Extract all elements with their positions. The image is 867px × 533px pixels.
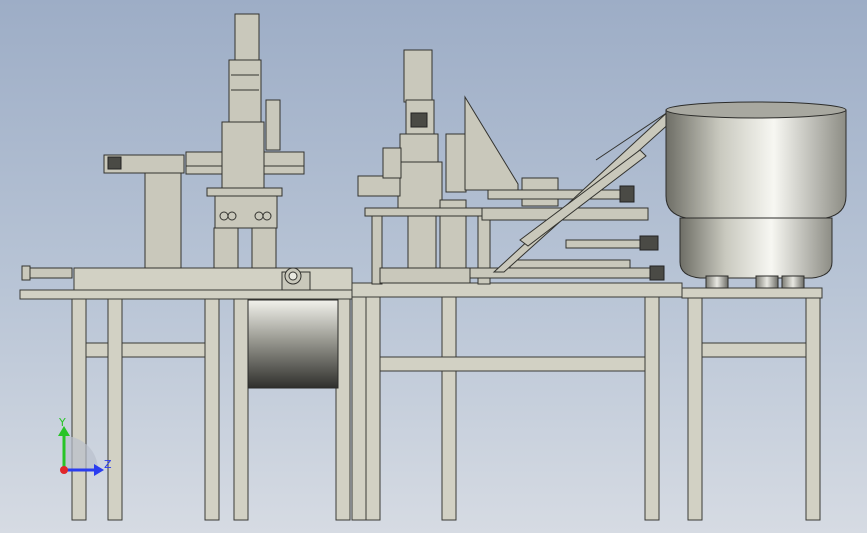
left-cylinder [21, 265, 73, 281]
right-table-frame [681, 287, 823, 521]
machine-assembly-drawing: Y Z [19, 13, 847, 521]
left-pick-and-place-unit [103, 13, 305, 269]
vibratory-bowl-feeder [665, 101, 847, 289]
z-axis-label: Z [104, 458, 112, 471]
feed-rods [469, 185, 665, 281]
cad-viewport[interactable]: Y Z [0, 0, 867, 533]
x-axis-dot [60, 466, 68, 474]
drum-roller [247, 299, 339, 389]
y-axis-label: Y [58, 416, 66, 429]
middle-table-frame [351, 282, 683, 521]
